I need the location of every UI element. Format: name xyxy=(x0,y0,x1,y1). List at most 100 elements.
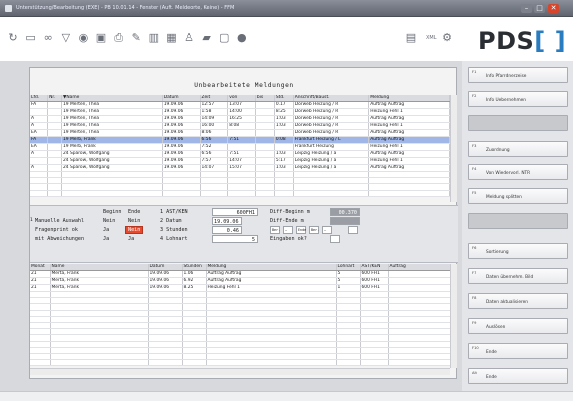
table-cell: 5:17 xyxy=(274,157,294,165)
function-key-label: Alt xyxy=(472,371,477,375)
table-cell: 0:08 xyxy=(274,136,294,144)
binoculars-icon[interactable]: ∞ xyxy=(41,31,55,45)
folder-icon[interactable]: ▰ xyxy=(200,31,214,45)
person-icon[interactable]: ♙ xyxy=(182,31,196,45)
dash-button-1[interactable]: — xyxy=(283,226,293,234)
fragenprint-beginn[interactable]: Ja xyxy=(103,227,109,233)
function-key-sidebar: F1 Info Pfarrdnerzeise F2 Info Uebernehmen F… xyxy=(462,61,573,391)
table-cell xyxy=(162,190,201,197)
ast-ken-field[interactable]: 600FH1 xyxy=(212,208,258,216)
table-cell xyxy=(47,108,62,116)
stunden-field[interactable]: 0.46 xyxy=(212,226,242,234)
sidebar-button[interactable]: Alt Ende xyxy=(468,368,568,384)
sidebar-button[interactable]: F3 Zuordnung xyxy=(468,141,568,157)
diff-ende-field[interactable] xyxy=(330,217,360,225)
sidebar-button[interactable]: F1 Info Pfarrdnerzeise xyxy=(468,67,568,83)
table-cell: FA xyxy=(30,101,49,109)
refresh-icon[interactable]: ↻ xyxy=(6,31,20,45)
table-cell: 8:08 xyxy=(227,122,256,130)
table-row[interactable]: 21 Merta, Frank 19.09.06 1.06 Auftrag Auftra… xyxy=(30,270,451,278)
lower-scrollbar[interactable] xyxy=(450,264,457,368)
table-cell: 6.92 xyxy=(182,277,207,285)
monitor-icon[interactable]: ▢ xyxy=(217,31,231,45)
lower-table: Monat Name Datum Stunden Meldung Lohnart AST/K… xyxy=(30,264,451,367)
title-bar: Unterstützung/Bearbeitung (EXE) - PB 10.… xyxy=(0,0,573,17)
sidebar-button[interactable]: F6 Sortierung xyxy=(468,243,568,259)
sidebar-button[interactable]: F7 Daten übernehm. Bild xyxy=(468,268,568,284)
table-icon[interactable]: ▦ xyxy=(164,31,178,45)
sidebar-button[interactable]: F2 Info Uebernehmen xyxy=(468,91,568,107)
table-cell: 1:03 xyxy=(274,122,294,130)
sidebar-button[interactable]: F8 Daten aktualisieren xyxy=(468,293,568,309)
datum-field[interactable]: 19.09.06 xyxy=(212,217,242,225)
abweichungen-beginn[interactable]: Ja xyxy=(103,236,109,242)
ber-button-2[interactable]: Ber. xyxy=(309,226,319,234)
xml-button[interactable]: XML xyxy=(426,35,437,41)
table-cell: 21 xyxy=(30,277,51,285)
printer-icon[interactable]: ▤ xyxy=(404,31,418,45)
sidebar-button[interactable]: F4 Von Wiedervorl. NTR xyxy=(468,164,568,180)
diff-beginn-field[interactable]: 00.370 xyxy=(330,208,360,216)
horizontal-scrollbar[interactable] xyxy=(30,368,450,375)
table-cell xyxy=(255,129,275,137)
table-row[interactable]: A 19 Merten, Thea 19.09.06 16:00 8:08 1:03 Dor… xyxy=(30,122,450,130)
table-row[interactable]: A 24 Sparow, Wolfgang 19.09.06 6:56 7:51 1:03… xyxy=(30,150,450,158)
table-cell: Merta, Frank xyxy=(50,277,149,285)
edit-icon[interactable]: ✎ xyxy=(129,31,143,45)
print-icon[interactable]: ⎙ xyxy=(112,31,126,45)
filter-icon[interactable]: ▽ xyxy=(59,31,73,45)
settings-icon[interactable]: ⚙ xyxy=(440,31,454,45)
check-box[interactable] xyxy=(348,226,358,234)
dash-button-2[interactable]: — xyxy=(322,226,332,234)
table-row[interactable]: EA 19 Merb, Frank 19.09.06 7:52 Frankfurt He… xyxy=(30,143,450,151)
function-key-label: F1 xyxy=(472,70,477,74)
table-cell: Merta, Frank xyxy=(50,270,149,278)
table-row[interactable]: EA 19 Merten, Thea 19.09.06 8:06 Dorweb Heiz… xyxy=(30,129,450,137)
upper-scrollbar[interactable] xyxy=(450,95,457,202)
globe-icon[interactable]: ◉ xyxy=(76,31,90,45)
table-cell: Heizung Fehl 1 xyxy=(368,157,450,165)
close-button[interactable]: ✕ xyxy=(548,4,559,13)
table-cell: 14:07 xyxy=(227,157,256,165)
table-cell: Leipzig Heizung / a xyxy=(293,150,370,158)
table-cell: 24 Sparow, Wolfgang xyxy=(61,150,163,158)
datum-label: 2 Datum xyxy=(160,218,182,224)
abweichungen-ende[interactable]: Ja xyxy=(128,236,134,242)
stunden-label: 3 Stunden xyxy=(160,227,188,233)
print-preview-icon[interactable]: ▣ xyxy=(94,31,108,45)
sidebar-button[interactable]: F9 Auslösen xyxy=(468,318,568,334)
lohnart-field[interactable]: 5 xyxy=(212,235,258,243)
table-row[interactable]: FA 19 Merten, Thea 19.09.06 12:57 13:07 0.17 D… xyxy=(30,101,450,109)
table-row[interactable]: A 24 Sparow, Wolfgang 19.09.06 14:07 15:07 1:… xyxy=(30,164,450,172)
table-row[interactable]: FA 19 Merb, Frank 19.09.06 6:56 7:51 0:08 Fran… xyxy=(30,136,450,144)
ber-button-1[interactable]: Ber. xyxy=(270,226,280,234)
table-cell: Leipzig Heizung / a xyxy=(293,164,370,172)
fragenprint-ende[interactable]: Nein xyxy=(125,226,144,234)
sidebar-button-label: Von Wiedervorl. NTR xyxy=(486,171,531,176)
table-cell: 6:56 xyxy=(200,150,229,158)
table-cell: 1.06 xyxy=(182,270,207,278)
sidebar-button[interactable]: F10 Ende xyxy=(468,343,568,359)
table-row[interactable]: 21 Merta, Frank 19.09.06 8.25 Heizung Fehl 1… xyxy=(30,284,451,292)
table-row[interactable]: 19 Merten, Thea 19.09.06 1:58 14:00 8:25 Dorw… xyxy=(30,108,450,116)
minimize-button[interactable]: – xyxy=(521,4,532,13)
table-cell: 7:51 xyxy=(227,136,256,144)
table-cell: 19.09.06 xyxy=(162,157,201,165)
maximize-button[interactable]: □ xyxy=(534,4,545,13)
manuelle-auswahl-beginn[interactable]: Nein xyxy=(103,218,115,224)
sidebar-button[interactable]: F5 Meldung splitten xyxy=(468,188,568,204)
ende-button[interactable]: Ende xyxy=(296,226,306,234)
trash-icon[interactable]: ▥ xyxy=(147,31,161,45)
manuelle-auswahl-ende[interactable]: Nein xyxy=(128,218,140,224)
table-cell: 19 Merten, Thea xyxy=(61,101,163,109)
table-row[interactable]: A 19 Merten, Thea 19.09.06 14:09 16:25 1:03 Do… xyxy=(30,115,450,123)
table-cell xyxy=(30,190,49,197)
table-row[interactable]: 21 Merta, Frank 19.09.06 6.92 Auftrag Auftra… xyxy=(30,277,451,285)
save-icon[interactable]: ▭ xyxy=(24,31,38,45)
record-icon[interactable]: ● xyxy=(235,31,249,45)
abweichungen-label: mit Abweichungen xyxy=(35,236,85,242)
table-cell: 19.09.06 xyxy=(162,122,201,130)
table-row[interactable]: 24 Sparow, Wolfgang 19.09.06 7:57 14:07 5:17… xyxy=(30,157,450,165)
eingaben-ok-field[interactable] xyxy=(330,235,340,243)
table-cell: 16:25 xyxy=(227,115,256,123)
